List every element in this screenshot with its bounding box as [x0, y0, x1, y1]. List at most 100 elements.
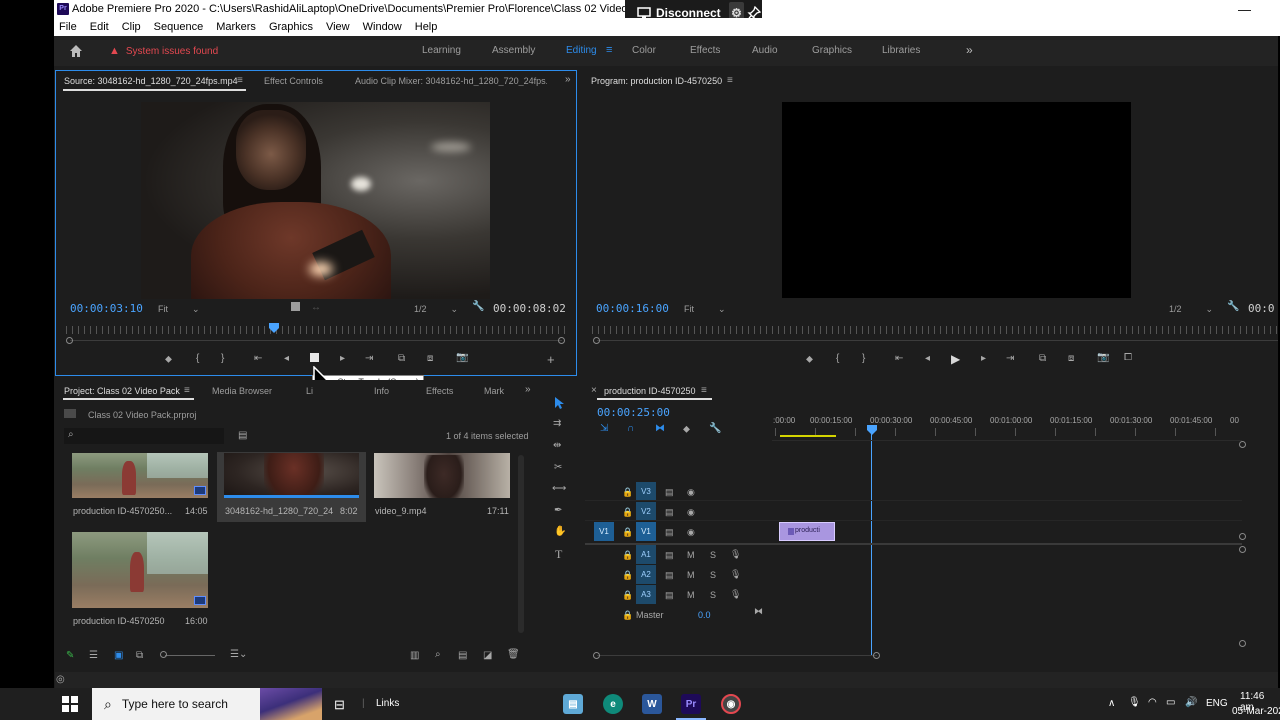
menu-file[interactable]: File: [59, 21, 77, 33]
go-to-edit-point-icon[interactable]: ⧓: [754, 606, 763, 617]
lift-icon[interactable]: ⧉: [1039, 353, 1046, 364]
tab-effects[interactable]: Effects: [426, 386, 453, 396]
tab-libraries[interactable]: Li: [306, 386, 313, 396]
new-bin-icon[interactable]: ▤: [458, 650, 467, 661]
program-export-frame-icon[interactable]: 📷: [1097, 352, 1109, 363]
track-select-tool-icon[interactable]: ⇉: [553, 418, 561, 429]
overwrite-icon[interactable]: ⧈: [427, 353, 433, 364]
sync-lock-icon[interactable]: ▤: [665, 527, 674, 538]
mark-in-icon[interactable]: {: [196, 353, 199, 364]
lock-icon[interactable]: 🔒: [622, 550, 633, 561]
workspace-tab-assembly[interactable]: Assembly: [492, 45, 535, 56]
word-app-icon[interactable]: W: [642, 694, 662, 714]
windows-start-icon[interactable]: [62, 696, 78, 712]
source-playhead-icon[interactable]: [269, 323, 279, 333]
snap-magnet-icon[interactable]: ∩: [627, 423, 634, 434]
source-time-ruler[interactable]: [66, 326, 566, 334]
track-label-a1[interactable]: A1: [636, 545, 656, 564]
clock-date[interactable]: 05-Mar-202: [1232, 706, 1280, 717]
menu-markers[interactable]: Markers: [216, 21, 256, 33]
wifi-icon[interactable]: ◠: [1148, 697, 1157, 708]
thumbnail-video-9[interactable]: [374, 453, 510, 498]
solo-button-a3[interactable]: S: [710, 590, 716, 600]
solo-button-a2[interactable]: S: [710, 570, 716, 580]
vscroll-handle[interactable]: [1239, 640, 1246, 647]
timeline-menu-icon[interactable]: ≡: [701, 385, 707, 396]
track-label-v1[interactable]: V1: [636, 522, 656, 541]
microphone-tray-icon[interactable]: 🎙: [1128, 697, 1141, 708]
master-lock-icon[interactable]: 🔒: [622, 610, 633, 621]
workspace-tab-learning[interactable]: Learning: [422, 45, 461, 56]
screen-recorder-icon[interactable]: ◉: [721, 694, 741, 714]
find-icon[interactable]: ⌕: [435, 649, 441, 660]
close-sequence-icon[interactable]: ×: [591, 385, 597, 396]
system-alert[interactable]: ▲ System issues found: [109, 45, 218, 57]
program-play-icon[interactable]: ▶: [951, 352, 960, 366]
panel-overflow-icon[interactable]: »: [565, 74, 571, 85]
source-patch-v1[interactable]: V1: [594, 522, 614, 541]
sync-lock-icon[interactable]: ▤: [665, 487, 674, 498]
lock-icon[interactable]: 🔒: [622, 570, 633, 581]
timeline-clip[interactable]: producti: [779, 522, 835, 541]
automate-to-sequence-icon[interactable]: ▥: [410, 650, 419, 661]
sync-lock-icon[interactable]: ▤: [665, 550, 674, 561]
program-zoom-handle[interactable]: [593, 337, 600, 344]
premiere-taskbar-icon[interactable]: Pr: [681, 694, 701, 714]
program-mark-out-icon[interactable]: }: [862, 353, 865, 364]
step-forward-icon[interactable]: ▸: [340, 353, 345, 364]
nest-icon[interactable]: ⇲: [600, 423, 608, 434]
tab-source[interactable]: Source: 3048162-hd_1280_720_24fps.mp4: [64, 76, 238, 86]
tab-sequence[interactable]: production ID-4570250: [604, 386, 696, 396]
program-mark-in-icon[interactable]: {: [836, 353, 839, 364]
timeline-zoom-handle-left[interactable]: [593, 652, 600, 659]
vscroll-handle[interactable]: [1239, 546, 1246, 553]
program-panel-menu-icon[interactable]: ≡: [727, 75, 733, 86]
menu-help[interactable]: Help: [415, 21, 438, 33]
tab-info[interactable]: Info: [374, 386, 389, 396]
menu-sequence[interactable]: Sequence: [154, 21, 204, 33]
comparison-view-icon[interactable]: ⧠: [1124, 352, 1132, 363]
track-label-a3[interactable]: A3: [636, 585, 656, 604]
lock-icon[interactable]: 🔒: [622, 590, 633, 601]
tab-audio-clip-mixer[interactable]: Audio Clip Mixer: 3048162-hd_1280_720_24…: [355, 76, 547, 86]
master-volume-value[interactable]: 0.0: [698, 610, 711, 620]
workspace-tab-libraries[interactable]: Libraries: [882, 45, 920, 56]
lock-icon[interactable]: 🔒: [622, 507, 633, 518]
thumbnail-production-1[interactable]: [72, 453, 208, 498]
lock-icon[interactable]: 🔒: [622, 527, 633, 538]
microphone-icon[interactable]: 🎙: [730, 549, 741, 560]
menu-window[interactable]: Window: [363, 21, 402, 33]
work-area-bar[interactable]: [780, 435, 836, 437]
home-icon[interactable]: [68, 43, 84, 59]
program-step-forward-icon[interactable]: ▸: [981, 353, 986, 364]
program-resolution-dropdown[interactable]: 1/2 ⌄: [1169, 304, 1213, 315]
show-hidden-icons[interactable]: ∧: [1108, 698, 1115, 709]
workspace-tab-editing[interactable]: Editing: [566, 45, 597, 56]
edge-browser-icon[interactable]: e: [603, 694, 623, 714]
slip-tool-icon[interactable]: ⟷: [552, 483, 566, 494]
eye-icon[interactable]: ◉: [687, 487, 695, 498]
more-workspaces-icon[interactable]: »: [966, 43, 973, 57]
timeline-zoom-handle-right[interactable]: [873, 652, 880, 659]
menu-view[interactable]: View: [326, 21, 350, 33]
ripple-edit-tool-icon[interactable]: ⇹: [553, 440, 561, 451]
linked-selection-icon[interactable]: ⧓: [655, 423, 665, 434]
list-view-icon[interactable]: ☰: [89, 650, 98, 661]
task-view-icon[interactable]: ⊟: [334, 697, 345, 713]
zoom-handle-left[interactable]: [66, 337, 73, 344]
razor-tool-icon[interactable]: ✂: [554, 462, 562, 473]
new-item-icon[interactable]: ◪: [483, 650, 492, 661]
tab-effect-controls[interactable]: Effect Controls: [264, 76, 323, 86]
project-search-input[interactable]: [64, 428, 224, 444]
workspace-menu-icon[interactable]: ≡: [606, 44, 612, 56]
solo-button-a1[interactable]: S: [710, 550, 716, 560]
timeline-add-marker-icon[interactable]: ⬥: [683, 424, 690, 435]
battery-icon[interactable]: ▭: [1166, 697, 1175, 708]
go-to-in-icon[interactable]: ⇤: [254, 353, 262, 364]
source-timecode[interactable]: 00:00:03:10: [70, 302, 143, 315]
timeline-settings-wrench-icon[interactable]: 🔧: [709, 423, 721, 434]
timeline-zoom-bar[interactable]: [597, 655, 877, 656]
zoom-handle-right[interactable]: [558, 337, 565, 344]
timeline-playhead-icon[interactable]: [867, 425, 877, 435]
icon-view-icon[interactable]: ▣: [114, 650, 123, 661]
